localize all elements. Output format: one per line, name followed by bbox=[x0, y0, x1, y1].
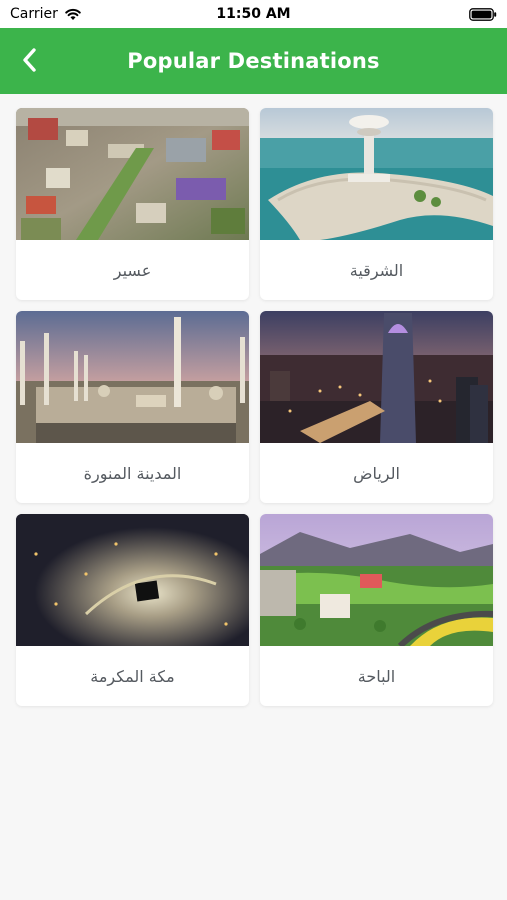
wifi-icon bbox=[65, 8, 81, 20]
destination-label: مكة المكرمة bbox=[90, 666, 175, 686]
destination-image-madinah bbox=[16, 311, 249, 443]
destination-card-eastern[interactable]: الشرقية bbox=[260, 108, 493, 300]
destination-label: الباحة bbox=[357, 666, 396, 686]
status-bar: Carrier 11:50 AM bbox=[0, 0, 507, 28]
destination-card-albaha[interactable]: الباحة bbox=[260, 514, 493, 706]
destination-label: الشرقية bbox=[349, 260, 404, 280]
page-title: Popular Destinations bbox=[127, 49, 380, 73]
back-button[interactable] bbox=[12, 42, 48, 78]
destination-image-eastern bbox=[260, 108, 493, 240]
nav-bar: Popular Destinations bbox=[0, 28, 507, 94]
destination-label: المدينة المنورة bbox=[83, 463, 182, 483]
destination-label: الرياض bbox=[353, 463, 400, 483]
battery-icon bbox=[469, 7, 497, 21]
destination-image-makkah bbox=[16, 514, 249, 646]
destination-label: عسير bbox=[113, 260, 152, 280]
destination-card-riyadh[interactable]: الرياض bbox=[260, 311, 493, 503]
destination-image-asir bbox=[16, 108, 249, 240]
chevron-left-icon bbox=[23, 48, 36, 72]
destinations-grid: عسير الشرقية المدينة المنورة الرياض مكة … bbox=[16, 108, 493, 706]
carrier-label: Carrier bbox=[10, 6, 58, 22]
destination-card-makkah[interactable]: مكة المكرمة bbox=[16, 514, 249, 706]
destination-card-asir[interactable]: عسير bbox=[16, 108, 249, 300]
destination-image-albaha bbox=[260, 514, 493, 646]
status-left: Carrier bbox=[10, 6, 82, 22]
destination-card-madinah[interactable]: المدينة المنورة bbox=[16, 311, 249, 503]
destination-image-riyadh bbox=[260, 311, 493, 443]
